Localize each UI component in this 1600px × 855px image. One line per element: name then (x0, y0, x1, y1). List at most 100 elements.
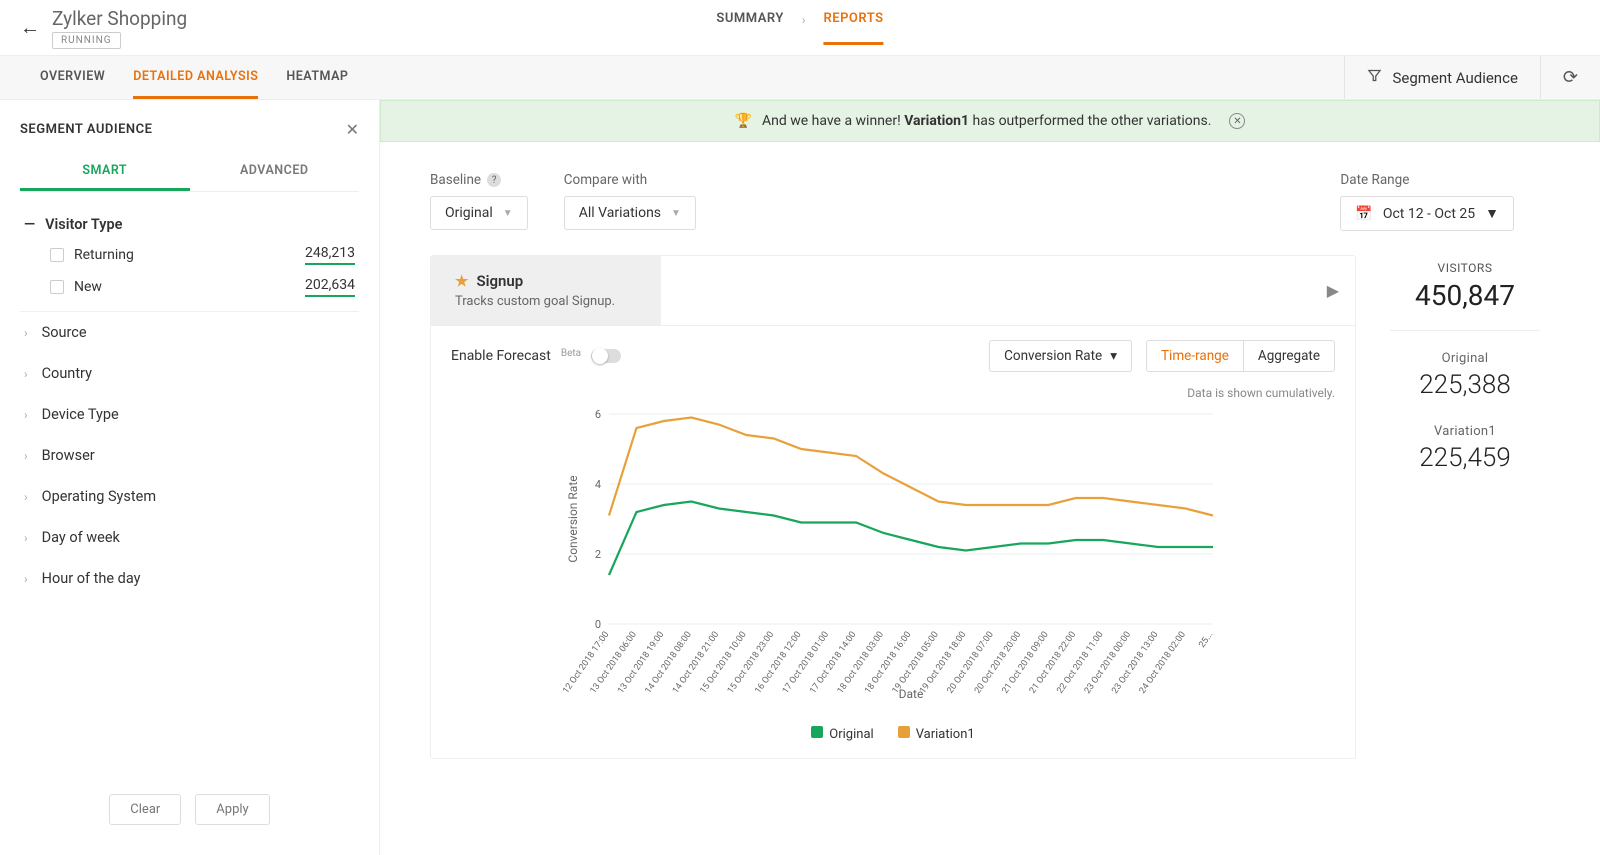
metric-value: Conversion Rate (1004, 348, 1102, 364)
filter-label: Country (42, 365, 92, 382)
filter-new-label: New (74, 279, 102, 295)
banner-close-icon[interactable]: ✕ (1229, 113, 1245, 129)
segment-audience-button[interactable]: Segment Audience (1344, 56, 1539, 99)
goal-header: ★ Signup Tracks custom goal Signup. ▶ (431, 256, 1355, 326)
checkbox-new[interactable] (50, 280, 64, 294)
forecast-group: Enable Forecast Beta (451, 348, 621, 364)
refresh-icon: ⟳ (1563, 67, 1578, 88)
filter-label: Day of week (42, 529, 120, 546)
swatch-variation1 (898, 726, 910, 738)
banner-bold: Variation1 (904, 113, 969, 129)
goal-box: ★ Signup Tracks custom goal Signup. (431, 256, 661, 325)
stat-separator (1390, 330, 1540, 331)
help-icon[interactable]: ? (487, 173, 501, 187)
aggregate-button[interactable]: Aggregate (1243, 341, 1334, 371)
legend-variation1: Variation1 (898, 726, 975, 742)
right-actions: Segment Audience ⟳ (1344, 56, 1600, 99)
forecast-label: Enable Forecast (451, 348, 551, 364)
filter-device-type[interactable]: › Device Type (20, 394, 359, 435)
svg-text:2: 2 (595, 548, 601, 561)
date-range-value: Oct 12 - Oct 25 (1383, 206, 1475, 222)
report-area: ★ Signup Tracks custom goal Signup. ▶ En… (380, 231, 1600, 759)
filter-country[interactable]: › Country (20, 353, 359, 394)
subtab-heatmap[interactable]: HEATMAP (286, 57, 348, 99)
app-title: Zylker Shopping (52, 7, 187, 30)
filter-returning-value: 248,213 (305, 245, 355, 265)
filter-row-returning[interactable]: Returning 248,213 (20, 239, 359, 271)
subtab-overview[interactable]: OVERVIEW (40, 57, 105, 99)
caret-down-icon: ▾ (1110, 348, 1117, 364)
sidebar-title: SEGMENT AUDIENCE (20, 122, 152, 137)
variation1-value: 225,459 (1380, 443, 1550, 473)
stats-panel: VISITORS 450,847 Original 225,388 Variat… (1380, 255, 1550, 759)
filter-visitor-type: — Visitor Type Returning 248,213 New 202… (20, 202, 359, 312)
legend-variation1-label: Variation1 (916, 727, 975, 742)
date-range-group: Date Range 📅 Oct 12 - Oct 25 ▼ (1340, 172, 1514, 231)
metric-dropdown[interactable]: Conversion Rate ▾ (989, 340, 1132, 372)
legend-original: Original (811, 726, 873, 742)
chart-toolbar: Enable Forecast Beta Conversion Rate ▾ T… (431, 326, 1355, 386)
svg-text:12 Oct 2018 17:00: 12 Oct 2018 17:00 (561, 630, 611, 696)
apply-button[interactable]: Apply (195, 794, 269, 825)
filter-label: Hour of the day (42, 570, 141, 587)
chevron-right-icon: ▶ (1327, 281, 1339, 300)
refresh-button[interactable]: ⟳ (1540, 56, 1600, 99)
sidebar: SEGMENT AUDIENCE ✕ SMART ADVANCED — Visi… (0, 100, 380, 855)
svg-text:Date: Date (899, 687, 924, 701)
chevron-right-icon: › (24, 408, 28, 422)
goal-title: ★ Signup (455, 272, 637, 290)
filter-row-new[interactable]: New 202,634 (20, 271, 359, 303)
svg-text:0: 0 (595, 618, 601, 631)
filter-hour-of-the-day[interactable]: › Hour of the day (20, 558, 359, 599)
sidebar-tabs: SMART ADVANCED (20, 153, 359, 192)
clear-button[interactable]: Clear (109, 794, 181, 825)
goal-name: Signup (476, 272, 523, 290)
controls: Baseline ? Original ▼ Compare with All V… (380, 142, 1600, 231)
filter-icon (1367, 68, 1382, 87)
checkbox-returning[interactable] (50, 248, 64, 262)
compare-group: Compare with All Variations ▼ (564, 172, 696, 230)
sidebar-tab-advanced[interactable]: ADVANCED (190, 153, 360, 191)
tab-summary[interactable]: SUMMARY (716, 11, 783, 45)
calendar-icon: 📅 (1355, 206, 1372, 222)
sidebar-tab-smart[interactable]: SMART (20, 153, 190, 191)
filter-source[interactable]: ›Source (20, 312, 359, 353)
header: ← Zylker Shopping RUNNING SUMMARY › REPO… (0, 0, 1600, 56)
baseline-label-text: Baseline (430, 172, 481, 188)
title-block: Zylker Shopping RUNNING (52, 7, 187, 49)
trophy-icon: 🏆 (735, 113, 752, 129)
top-nav: SUMMARY › REPORTS (716, 11, 883, 45)
caret-down-icon: ▼ (1485, 205, 1499, 222)
compare-dropdown[interactable]: All Variations ▼ (564, 196, 696, 230)
date-range-picker[interactable]: 📅 Oct 12 - Oct 25 ▼ (1340, 196, 1514, 231)
variation1-label: Variation1 (1380, 424, 1550, 439)
svg-text:6: 6 (595, 408, 601, 421)
filter-operating-system[interactable]: ›Operating System (20, 476, 359, 517)
tab-reports[interactable]: REPORTS (824, 11, 884, 45)
goal-next-button[interactable]: ▶ (1311, 256, 1355, 325)
back-arrow-icon[interactable]: ← (20, 15, 40, 40)
filter-returning-label: Returning (74, 247, 134, 263)
content: 🏆 And we have a winner! Variation1 has o… (380, 100, 1600, 855)
chevron-right-icon: › (24, 531, 28, 545)
filter-label: Operating System (42, 488, 156, 505)
status-badge: RUNNING (52, 32, 121, 49)
baseline-dropdown[interactable]: Original ▼ (430, 196, 528, 230)
filter-browser[interactable]: ›Browser (20, 435, 359, 476)
svg-text:25...: 25... (1197, 630, 1215, 650)
chart-holder: 0246Conversion Rate12 Oct 2018 17:0013 O… (431, 404, 1355, 720)
visitors-value: 450,847 (1380, 279, 1550, 312)
timerange-button[interactable]: Time-range (1147, 341, 1243, 371)
chart-card: ★ Signup Tracks custom goal Signup. ▶ En… (430, 255, 1356, 759)
stat-visitors: VISITORS 450,847 (1380, 255, 1550, 330)
chevron-right-icon: › (24, 572, 28, 586)
chevron-right-icon: › (24, 367, 28, 381)
date-range-label: Date Range (1340, 172, 1514, 188)
filter-label: Device Type (42, 406, 119, 423)
swatch-original (811, 726, 823, 738)
forecast-toggle[interactable] (591, 349, 621, 363)
filter-day-of-week[interactable]: › Day of week (20, 517, 359, 558)
close-icon[interactable]: ✕ (346, 120, 359, 139)
filter-visitor-type-header[interactable]: — Visitor Type (20, 210, 359, 239)
subtab-detailed-analysis[interactable]: DETAILED ANALYSIS (133, 57, 258, 99)
